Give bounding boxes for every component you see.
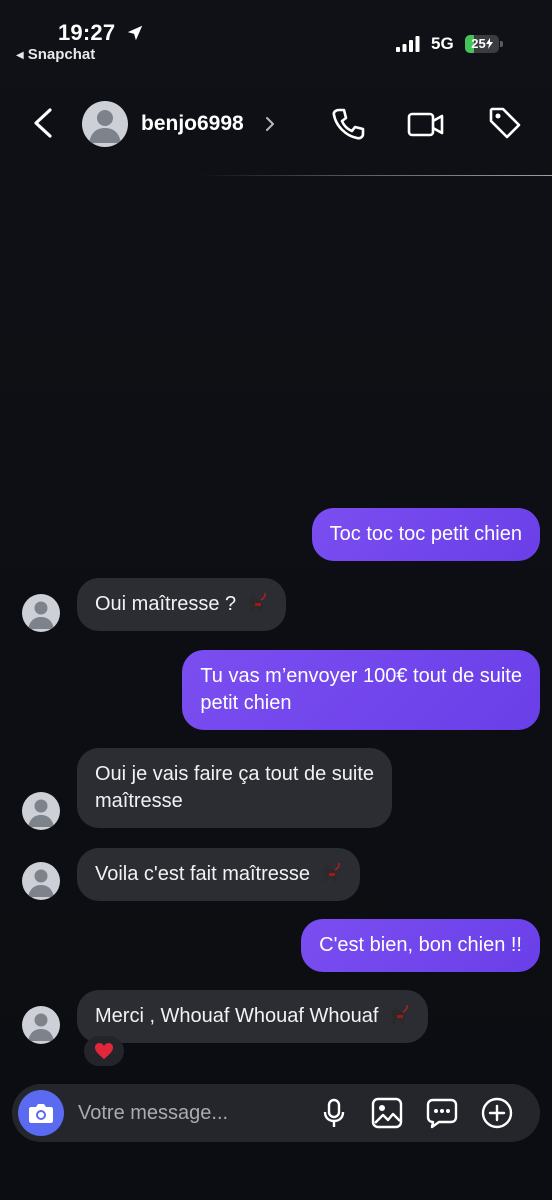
- camera-button[interactable]: [18, 1090, 64, 1136]
- battery-body: 25: [465, 35, 499, 53]
- battery-percent: 25: [471, 36, 486, 51]
- default-avatar-icon: [89, 110, 121, 143]
- contact-name[interactable]: benjo6998: [141, 112, 244, 136]
- dog-icon: [391, 1004, 408, 1024]
- camera-icon: [29, 1104, 53, 1123]
- back-app-label: Snapchat: [27, 46, 96, 63]
- sender-avatar[interactable]: [22, 862, 60, 900]
- back-to-app-link[interactable]: ◀ Snapchat: [16, 46, 95, 63]
- contact-avatar[interactable]: [82, 101, 128, 147]
- chat-header: benjo6998: [0, 90, 552, 158]
- back-chevron-icon[interactable]: [28, 106, 58, 140]
- sender-avatar[interactable]: [22, 1006, 60, 1044]
- add-circle-icon[interactable]: [480, 1096, 514, 1130]
- dog-icon: [248, 592, 266, 612]
- video-camera-icon[interactable]: [406, 106, 446, 142]
- message-reaction[interactable]: [84, 1036, 124, 1066]
- message-outgoing[interactable]: Toc toc toc petit chien: [311, 508, 540, 561]
- default-avatar-icon: [28, 869, 54, 897]
- message-outgoing[interactable]: C'est bien, bon chien !!: [301, 919, 540, 972]
- message-input[interactable]: [78, 1098, 308, 1128]
- phone-icon[interactable]: [330, 106, 366, 142]
- message-text: Tu vas m’envoyer 100€ tout de suite peti…: [200, 665, 522, 714]
- message-list: Toc toc toc petit chien Oui maîtresse ? …: [0, 180, 552, 1070]
- message-incoming[interactable]: Voila c'est fait maîtresse: [77, 848, 360, 901]
- sender-avatar[interactable]: [22, 792, 60, 830]
- network-type: 5G: [431, 34, 454, 53]
- message-incoming[interactable]: Oui maîtresse ?: [77, 578, 286, 631]
- default-avatar-icon: [28, 601, 54, 629]
- message-text: Oui je vais faire ça tout de suite maîtr…: [95, 763, 375, 812]
- back-triangle-icon: ◀: [16, 50, 24, 61]
- chat-screen: 19:27 ◀ Snapchat 5G 25 benjo6998 Toc toc…: [0, 0, 552, 1200]
- battery-tip: [500, 41, 503, 47]
- dog-icon: [322, 862, 340, 882]
- status-time: 19:27: [58, 20, 116, 45]
- default-avatar-icon: [28, 799, 54, 827]
- location-arrow-icon: [127, 25, 143, 41]
- sender-avatar[interactable]: [22, 594, 60, 632]
- microphone-icon[interactable]: [317, 1096, 351, 1130]
- default-avatar-icon: [28, 1013, 54, 1041]
- heart-icon: [95, 1043, 113, 1059]
- status-bar: 19:27 ◀ Snapchat 5G 25: [0, 0, 552, 70]
- tag-icon[interactable]: [486, 104, 524, 142]
- message-text: Merci , Whouaf Whouaf Whouaf: [95, 1005, 379, 1027]
- message-incoming[interactable]: Merci , Whouaf Whouaf Whouaf: [77, 990, 429, 1043]
- chat-bubble-icon[interactable]: [425, 1096, 459, 1130]
- header-divider: [200, 175, 552, 176]
- battery-label: 25: [465, 35, 499, 53]
- message-text: Oui maîtresse ?: [95, 593, 237, 615]
- chevron-right-icon[interactable]: [264, 115, 276, 133]
- message-text: Toc toc toc petit chien: [329, 523, 522, 545]
- message-incoming[interactable]: Oui je vais faire ça tout de suite maîtr…: [77, 748, 393, 828]
- image-gallery-icon[interactable]: [370, 1096, 404, 1130]
- message-composer: [12, 1084, 540, 1142]
- battery-indicator: 25: [465, 35, 503, 53]
- message-outgoing[interactable]: Tu vas m’envoyer 100€ tout de suite peti…: [182, 650, 540, 730]
- message-text: C'est bien, bon chien !!: [319, 934, 522, 956]
- charging-bolt-icon: [485, 38, 493, 49]
- cellular-signal-icon: [396, 36, 420, 52]
- message-text: Voila c'est fait maîtresse: [95, 863, 311, 885]
